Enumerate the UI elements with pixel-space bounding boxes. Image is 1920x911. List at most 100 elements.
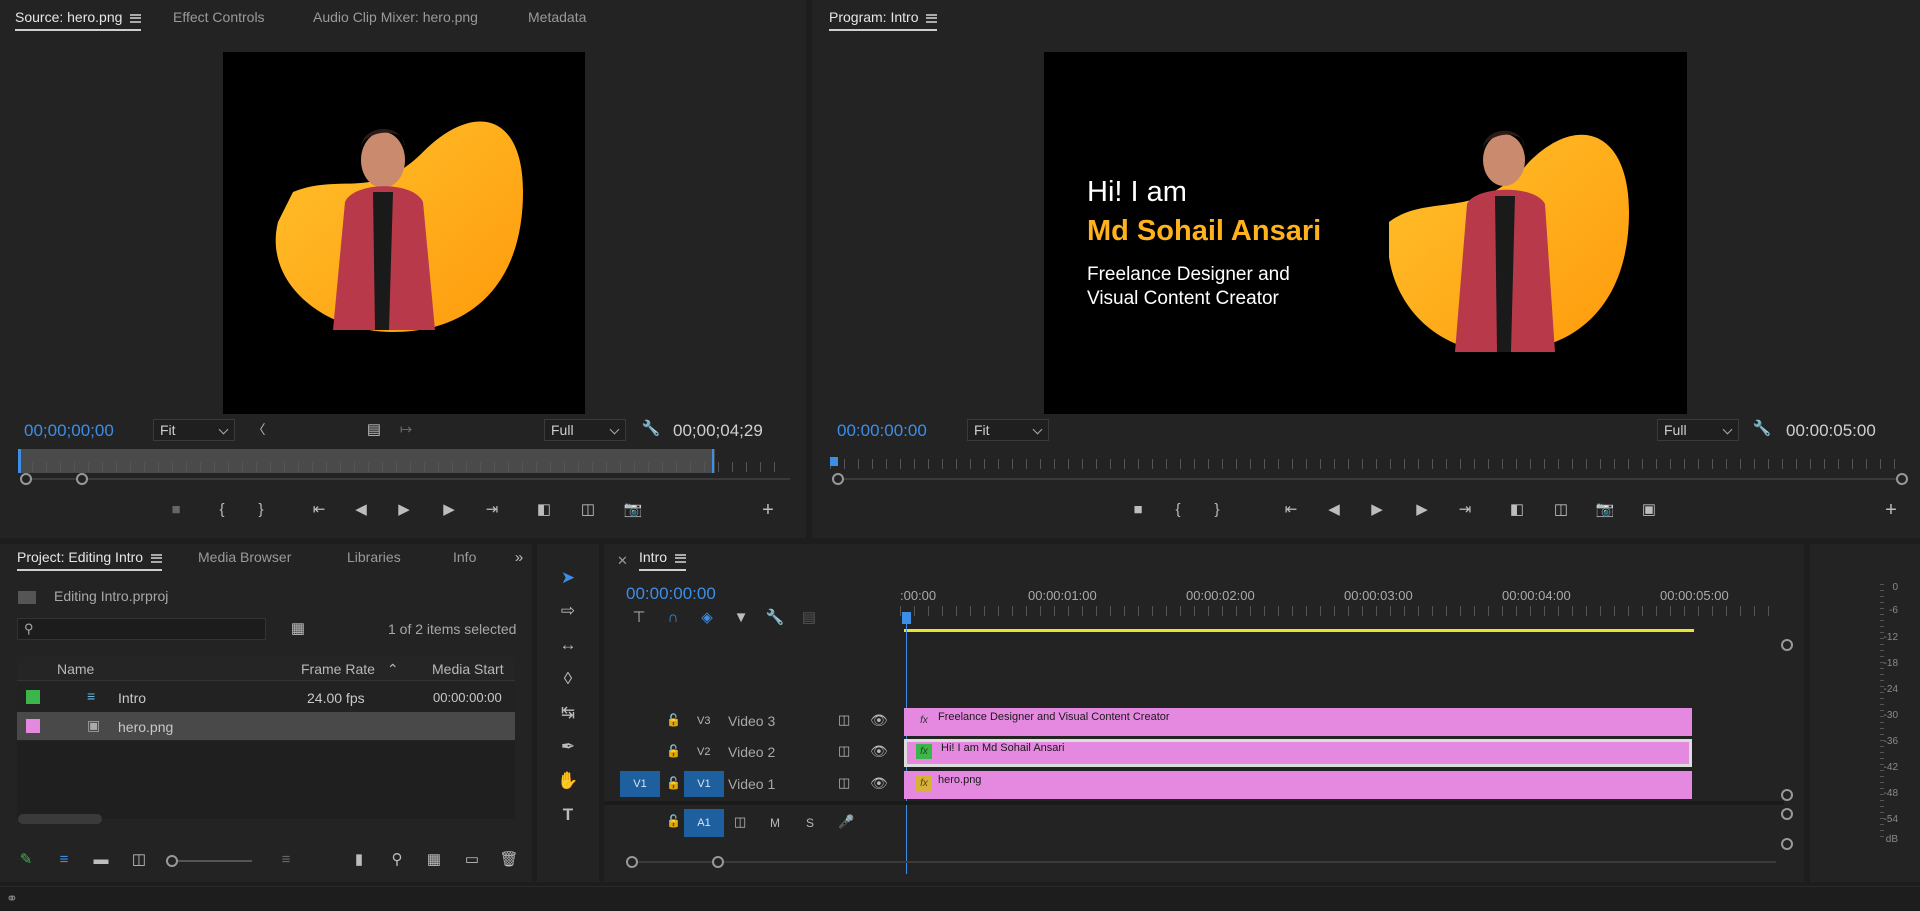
work-area-bar[interactable] — [904, 629, 1694, 632]
slip-tool-icon[interactable]: ↹ — [555, 700, 581, 726]
overwrite-icon[interactable]: ◫ — [577, 500, 599, 520]
pen-tool-icon[interactable]: ✒ — [555, 734, 581, 760]
track-target-a1[interactable]: A1 — [684, 809, 724, 837]
step-back-icon[interactable]: ◀ — [1323, 500, 1345, 520]
lock-icon[interactable]: 🔓 — [666, 713, 681, 727]
zoom-slider[interactable] — [166, 855, 252, 867]
new-item-icon[interactable]: ▭ — [461, 850, 483, 870]
program-timecode[interactable]: 00:00:00:00 — [837, 421, 927, 441]
source-resolution-select[interactable]: Full — [544, 419, 626, 441]
mark-in-icon[interactable]: { — [211, 500, 233, 520]
drag-video-icon[interactable]: ▤ — [363, 420, 385, 440]
more-panels-icon[interactable]: » — [508, 548, 530, 568]
tab-effect-controls[interactable]: Effect Controls — [173, 9, 265, 25]
panel-menu-icon[interactable] — [675, 553, 687, 563]
list-item[interactable]: ≡ Intro 24.00 fps 00:00:00:00 — [17, 683, 515, 711]
play-icon[interactable]: ▶ — [393, 500, 415, 520]
mark-out-icon[interactable]: } — [250, 500, 272, 520]
step-back-icon[interactable]: ◀ — [350, 500, 372, 520]
eye-icon[interactable]: 👁 — [870, 775, 888, 792]
source-timecode[interactable]: 00;00;00;00 — [24, 421, 114, 441]
type-tool-icon[interactable]: T — [555, 802, 581, 828]
sync-lock-icon[interactable]: ◫ — [838, 775, 850, 791]
play-icon[interactable]: ▶ — [1366, 500, 1388, 520]
time-ruler[interactable]: :00:00 00:00:01:00 00:00:02:00 00:00:03:… — [900, 584, 1780, 618]
program-zoom-bar[interactable] — [832, 473, 1908, 485]
go-to-out-icon[interactable]: ⇥ — [1454, 500, 1476, 520]
program-scrub-bar[interactable] — [830, 457, 1906, 471]
microphone-icon[interactable]: 🎤 — [838, 814, 854, 830]
find-icon[interactable]: ⚲ — [386, 850, 408, 870]
captions-icon[interactable]: ▤ — [798, 608, 820, 628]
source-scrub-bar[interactable] — [18, 449, 788, 473]
snap-magnet-icon[interactable]: ∩ — [662, 608, 684, 628]
add-marker-icon[interactable]: ■ — [165, 500, 187, 520]
lock-icon[interactable]: 🔓 — [666, 776, 681, 790]
source-zoom-select[interactable]: Fit — [153, 419, 235, 441]
automate-to-sequence-icon[interactable]: ▮ — [348, 850, 370, 870]
solo-button[interactable]: S — [806, 816, 814, 830]
tab-audio-clip-mixer[interactable]: Audio Clip Mixer: hero.png — [313, 9, 478, 25]
comparison-view-icon[interactable]: ▣ — [1638, 500, 1660, 520]
panel-menu-icon[interactable] — [151, 553, 163, 563]
eye-icon[interactable]: 👁 — [870, 712, 888, 729]
razor-tool-icon[interactable]: ◊ — [555, 666, 581, 692]
close-icon[interactable]: ✕ — [617, 553, 628, 569]
clip-v2[interactable]: fx Hi! I am Md Sohail Ansari — [904, 739, 1692, 767]
go-to-in-icon[interactable]: ⇤ — [1280, 500, 1302, 520]
selection-tool-icon[interactable]: ➤ — [555, 565, 581, 591]
insert-icon[interactable]: ◧ — [533, 500, 555, 520]
add-marker-icon[interactable]: ■ — [1127, 500, 1149, 520]
horizontal-scrollbar[interactable] — [18, 814, 102, 824]
tab-program[interactable]: Program: Intro — [829, 9, 938, 31]
add-marker-icon[interactable]: ▼ — [730, 608, 752, 628]
track-select-tool-icon[interactable]: ⇨ — [555, 598, 581, 624]
step-forward-icon[interactable]: ▶ — [1411, 500, 1433, 520]
source-settings-wrench-icon[interactable]: 🔧 — [640, 419, 662, 439]
linked-selection-icon[interactable]: ◈ — [696, 608, 718, 628]
program-resolution-select[interactable]: Full — [1657, 419, 1739, 441]
audio-scrollbar[interactable] — [1781, 808, 1793, 850]
source-zoom-bar[interactable] — [20, 473, 790, 485]
panel-menu-icon[interactable] — [130, 13, 142, 23]
sync-lock-icon[interactable]: ◫ — [838, 743, 850, 759]
lock-icon[interactable]: 🔓 — [666, 814, 681, 828]
tab-sequence[interactable]: Intro — [639, 549, 687, 571]
drag-audio-icon[interactable]: ↦ — [395, 420, 417, 440]
export-frame-icon[interactable]: 📷 — [1594, 500, 1616, 520]
trash-icon[interactable]: 🗑 — [498, 850, 520, 870]
tab-media-browser[interactable]: Media Browser — [198, 549, 291, 565]
freeform-view-icon[interactable]: ◫ — [128, 850, 150, 870]
step-forward-icon[interactable]: ▶ — [438, 500, 460, 520]
sync-lock-icon[interactable]: ◫ — [838, 712, 850, 728]
go-to-in-icon[interactable]: ⇤ — [308, 500, 330, 520]
column-frame-rate[interactable]: Frame Rate ⌃ — [301, 661, 399, 678]
clip-v1[interactable]: fx hero.png — [904, 771, 1692, 799]
sync-lock-icon[interactable]: ◫ — [734, 814, 746, 830]
extract-icon[interactable]: ◫ — [1550, 500, 1572, 520]
timeline-playhead[interactable] — [902, 612, 911, 624]
timeline-settings-wrench-icon[interactable]: 🔧 — [764, 608, 786, 628]
pencil-icon[interactable]: ✎ — [15, 850, 37, 870]
creative-cloud-icon[interactable]: ⚭ — [6, 890, 18, 907]
program-zoom-select[interactable]: Fit — [967, 419, 1049, 441]
tab-info[interactable]: Info — [453, 549, 476, 565]
mute-button[interactable]: M — [770, 816, 780, 830]
tab-libraries[interactable]: Libraries — [347, 549, 401, 565]
export-frame-icon[interactable]: 📷 — [622, 500, 644, 520]
icon-view-icon[interactable]: ▬ — [90, 850, 112, 870]
lift-icon[interactable]: ◧ — [1506, 500, 1528, 520]
vertical-scrollbar[interactable] — [1781, 639, 1793, 809]
horizontal-zoom-scrollbar[interactable] — [626, 856, 1776, 868]
program-playhead[interactable] — [830, 457, 838, 466]
drop-face-icon[interactable]: 〈 — [248, 420, 270, 440]
lock-icon[interactable]: 🔓 — [666, 744, 681, 758]
track-target-v1[interactable]: V1 — [684, 771, 724, 797]
panel-menu-icon[interactable] — [926, 13, 938, 23]
sort-icons-icon[interactable]: ≡ — [275, 850, 297, 870]
column-media-start[interactable]: Media Start — [432, 661, 504, 677]
tab-project[interactable]: Project: Editing Intro — [17, 549, 163, 571]
mark-out-icon[interactable]: } — [1206, 500, 1228, 520]
eye-icon[interactable]: 👁 — [870, 743, 888, 760]
mark-in-icon[interactable]: { — [1167, 500, 1189, 520]
